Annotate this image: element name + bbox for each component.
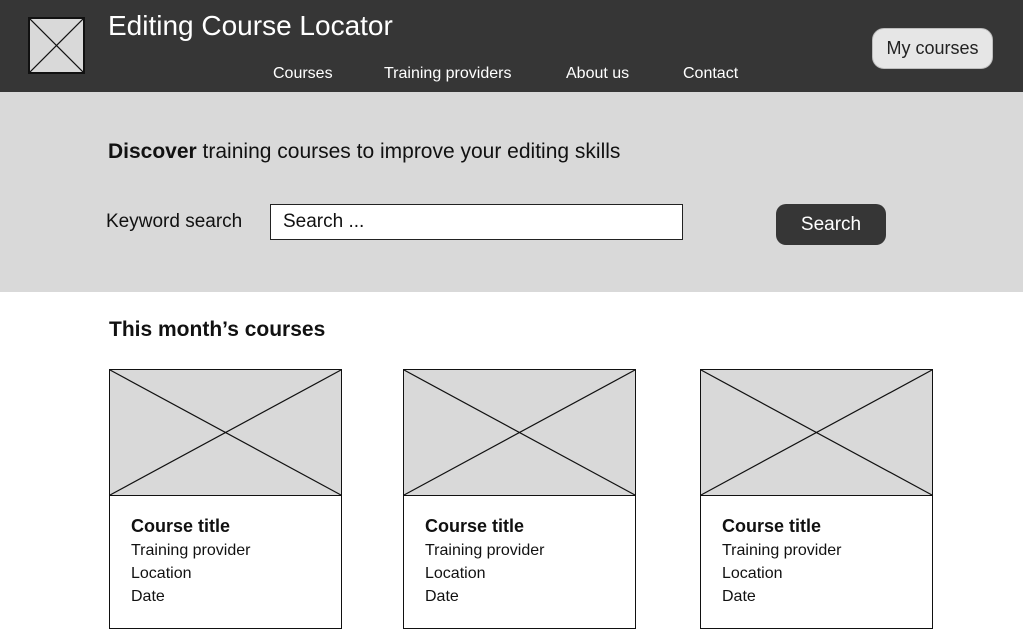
nav-contact[interactable]: Contact (683, 65, 738, 83)
course-location: Location (131, 565, 192, 582)
course-location: Location (722, 565, 783, 582)
keyword-search-label: Keyword search (106, 211, 243, 232)
course-date: Date (722, 588, 756, 605)
search-input[interactable] (270, 204, 683, 240)
search-button[interactable]: Search (776, 204, 886, 245)
search-hero: Discover training courses to improve you… (0, 92, 1023, 292)
course-location: Location (425, 565, 486, 582)
course-provider: Training provider (425, 542, 545, 559)
my-courses-button[interactable]: My courses (872, 28, 993, 69)
app-title: Editing Course Locator (108, 10, 393, 41)
course-provider: Training provider (722, 542, 842, 559)
course-image-placeholder-icon (110, 370, 341, 496)
section-title: This month’s courses (109, 318, 326, 341)
nav-about-us[interactable]: About us (566, 65, 629, 83)
course-provider: Training provider (131, 542, 251, 559)
course-card[interactable]: Course title Training provider Location … (700, 369, 933, 629)
top-header: Editing Course Locator Courses Training … (0, 0, 1023, 92)
course-image-placeholder-icon (404, 370, 635, 496)
course-card[interactable]: Course title Training provider Location … (403, 369, 636, 629)
course-image-placeholder-icon (701, 370, 932, 496)
hero-tagline: Discover training courses to improve you… (108, 140, 620, 164)
course-title: Course title (425, 516, 525, 536)
course-date: Date (131, 588, 165, 605)
nav-training-providers[interactable]: Training providers (384, 65, 511, 83)
nav-courses[interactable]: Courses (273, 65, 333, 83)
course-date: Date (425, 588, 459, 605)
course-title: Course title (722, 516, 822, 536)
tagline-bold: Discover (108, 140, 197, 163)
course-card[interactable]: Course title Training provider Location … (109, 369, 342, 629)
course-title: Course title (131, 516, 231, 536)
tagline-rest: training courses to improve your editing… (196, 140, 621, 163)
logo-placeholder-icon[interactable] (28, 17, 85, 74)
